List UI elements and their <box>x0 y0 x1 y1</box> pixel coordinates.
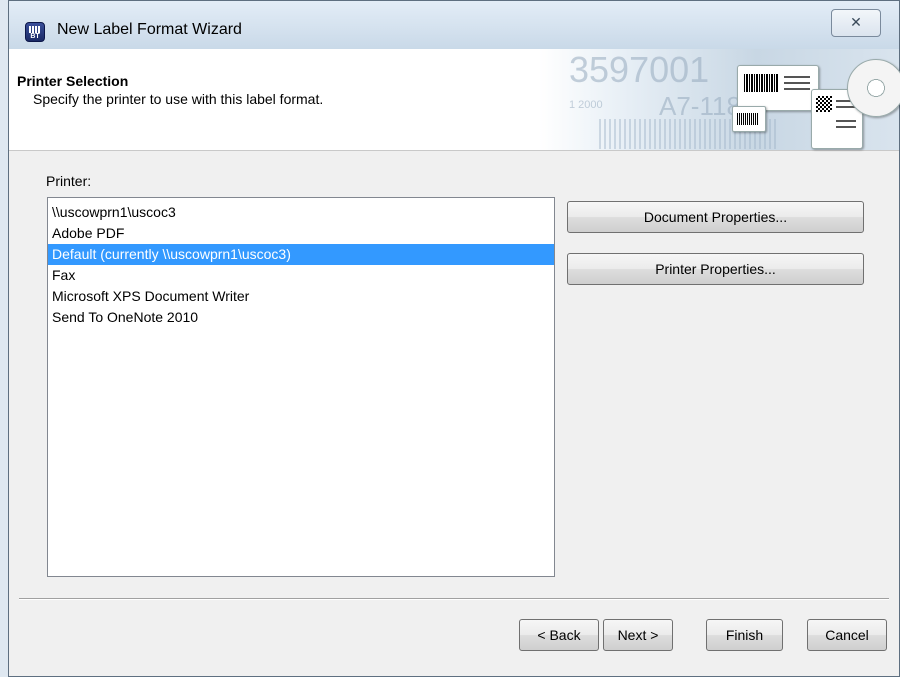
wizard-window: BT New Label Format Wizard ✕ 3597001 A7-… <box>8 0 900 677</box>
close-button[interactable]: ✕ <box>831 9 881 37</box>
cancel-button[interactable]: Cancel <box>807 619 887 651</box>
printer-list-item[interactable]: Fax <box>48 265 554 286</box>
page-subtitle: Specify the printer to use with this lab… <box>33 91 324 107</box>
finish-button[interactable]: Finish <box>706 619 783 651</box>
next-button[interactable]: Next > <box>603 619 673 651</box>
barcode-label-icon <box>737 65 819 111</box>
bartender-app-icon: BT <box>25 22 45 42</box>
footer-divider <box>19 598 889 600</box>
printer-label: Printer: <box>46 173 92 189</box>
printer-list-item[interactable]: \\uscowprn1\uscoc3 <box>48 202 554 223</box>
title-bar[interactable]: BT New Label Format Wizard ✕ <box>9 1 899 50</box>
printer-properties-button[interactable]: Printer Properties... <box>567 253 864 285</box>
close-icon: ✕ <box>850 14 862 30</box>
printer-list-item[interactable]: Adobe PDF <box>48 223 554 244</box>
printer-list-item[interactable]: Send To OneNote 2010 <box>48 307 554 328</box>
small-barcode-icon <box>732 106 766 132</box>
printer-list-item[interactable]: Microsoft XPS Document Writer <box>48 286 554 307</box>
window-title: New Label Format Wizard <box>57 21 242 38</box>
printer-listbox[interactable]: \\uscowprn1\uscoc3 Adobe PDF Default (cu… <box>47 197 555 577</box>
printer-list-item-selected[interactable]: Default (currently \\uscowprn1\uscoc3) <box>48 244 554 265</box>
page-title: Printer Selection <box>17 73 129 89</box>
document-properties-button[interactable]: Document Properties... <box>567 201 864 233</box>
disc-label-icon <box>847 59 900 117</box>
back-button[interactable]: < Back <box>519 619 599 651</box>
